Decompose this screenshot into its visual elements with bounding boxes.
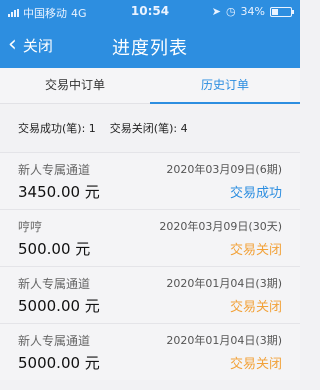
status-bar: 中国移动 4G 10:54 ➤ ◷ 34% [0,0,300,24]
battery-percent: 34% [240,5,265,18]
list-item[interactable]: 新人专属通道 5000.00 元 2020年01月04日(3期) 交易关闭 [0,323,300,380]
order-status: 交易关闭 [229,357,282,372]
order-amount: 5000.00 元 [18,297,100,315]
alarm-icon: ◷ [225,5,236,18]
location-icon: ➤ [211,5,221,18]
closed-count: 交易关闭(笔): 4 [109,122,188,135]
order-date: 2020年01月04日(3期) [166,277,282,290]
order-status: 交易关闭 [229,243,282,258]
order-name: 哼哼 [18,220,43,234]
summary-bar: 交易成功(笔): 1 交易关闭(笔): 4 [0,104,300,152]
tab-bar: 交易中订单 历史订单 [0,68,300,104]
list-item[interactable]: 新人专属通道 5000.00 元 2020年01月04日(3期) 交易关闭 [0,266,300,323]
list-item[interactable]: 新人专属通道 3450.00 元 2020年03月09日(6期) 交易成功 [0,152,300,209]
order-amount: 5000.00 元 [18,354,100,372]
tab-in-progress[interactable]: 交易中订单 [0,68,150,103]
order-name: 新人专属通道 [18,163,91,177]
order-name: 新人专属通道 [18,277,91,291]
battery-icon [270,6,294,17]
order-date: 2020年03月09日(6期) [166,163,282,176]
battery-fill [272,8,279,15]
order-list: 新人专属通道 3450.00 元 2020年03月09日(6期) 交易成功 哼哼… [0,152,300,380]
success-count: 交易成功(笔): 1 [18,122,96,135]
order-amount: 3450.00 元 [18,183,100,201]
order-status: 交易成功 [229,186,282,201]
order-name: 新人专属通道 [18,334,91,348]
list-item[interactable]: 哼哼 500.00 元 2020年03月09日(30天) 交易关闭 [0,209,300,266]
status-right: ➤ ◷ 34% [211,5,294,18]
tab-history[interactable]: 历史订单 [150,68,300,104]
page-title: 进度列表 [112,38,188,59]
navbar: ‹ 关闭 进度列表 [0,28,300,68]
order-date: 2020年01月04日(3期) [166,334,282,347]
order-amount: 500.00 元 [18,240,91,258]
order-status: 交易关闭 [229,300,282,315]
header: 中国移动 4G 10:54 ➤ ◷ 34% ‹ 关闭 进度列表 [0,0,300,68]
order-date: 2020年03月09日(30天) [159,220,282,233]
